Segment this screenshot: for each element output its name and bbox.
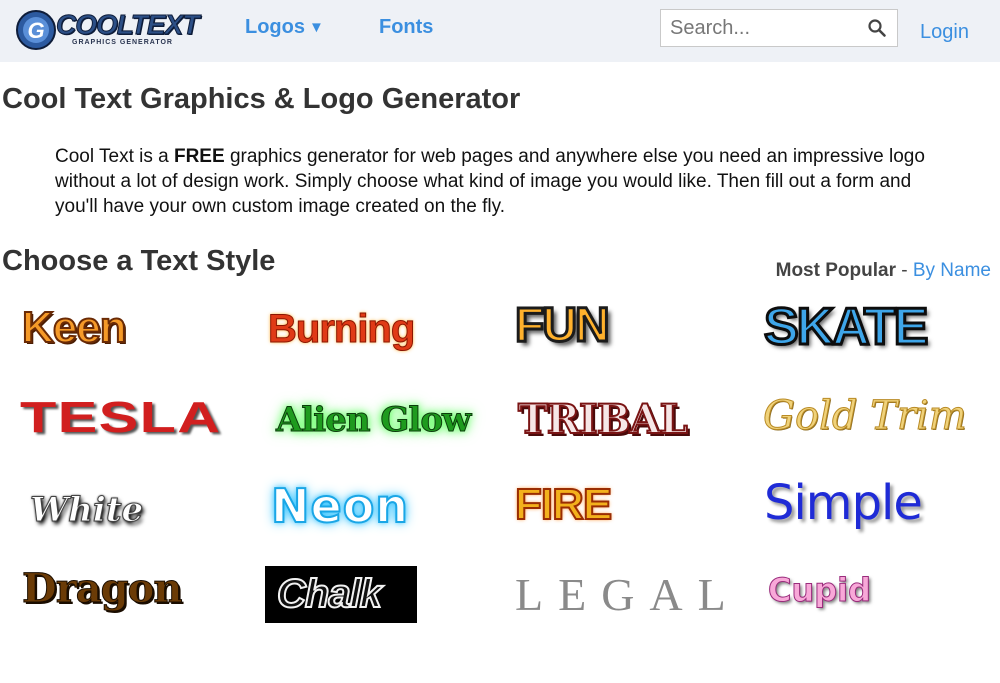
intro-text-start: Cool Text is a <box>55 146 174 167</box>
style-tile-keen[interactable]: Keen <box>21 302 128 353</box>
style-fun-label: FUN <box>514 298 612 354</box>
search-box <box>660 9 898 47</box>
style-chalk-label: Chalk <box>276 571 383 617</box>
search-icon[interactable] <box>867 18 887 43</box>
style-tile-white[interactable]: White <box>29 490 144 531</box>
section-title: Choose a Text Style <box>2 245 276 277</box>
style-gold-trim-label: Gold Trim <box>763 393 968 440</box>
style-neon-label: Neon <box>270 478 410 534</box>
page-title: Cool Text Graphics & Logo Generator <box>2 83 521 115</box>
sort-options: Most Popular - By Name <box>776 260 991 282</box>
style-tile-skate[interactable]: SKATE <box>762 297 929 358</box>
style-tile-burning[interactable]: Burning <box>267 307 415 352</box>
style-skate-label: SKATE <box>762 297 929 358</box>
style-tesla-label: TESLA <box>20 393 222 442</box>
sort-separator: - <box>895 260 913 281</box>
intro-free-emphasis: FREE <box>173 146 225 167</box>
nav-logos-dropdown[interactable]: Logos ▼ <box>245 16 324 39</box>
cooltext-logo-badge-icon: G <box>16 10 56 50</box>
style-tile-cupid[interactable]: Cupid <box>767 571 872 610</box>
style-legal-label: LEGAL <box>515 569 741 620</box>
style-white-label: White <box>29 490 144 531</box>
style-alien-glow-label: Alien Glow <box>275 400 471 441</box>
style-tile-legal[interactable]: LEGAL <box>515 568 741 621</box>
nav-logos-label: Logos <box>245 16 305 38</box>
nav-fonts-link[interactable]: Fonts <box>379 16 433 39</box>
style-tile-alien-glow[interactable]: Alien Glow <box>275 400 471 441</box>
style-dragon-label: Dragon <box>21 565 182 613</box>
style-keen-label: Keen <box>21 302 128 353</box>
login-link[interactable]: Login <box>920 21 969 44</box>
search-input[interactable] <box>661 10 860 46</box>
sort-most-popular: Most Popular <box>775 260 896 281</box>
logo-text: COOLTEXT <box>55 9 199 41</box>
style-tile-fire[interactable]: FIRE <box>514 479 613 530</box>
style-fire-label: FIRE <box>514 479 613 530</box>
top-navigation-bar: G COOLTEXT GRAPHICS GENERATOR Logos ▼ Fon… <box>0 0 1000 62</box>
style-burning-label: Burning <box>267 307 415 352</box>
style-tribal-label: TRIBAL <box>517 395 689 444</box>
style-tile-tesla[interactable]: TESLA <box>20 393 220 443</box>
style-tile-simple[interactable]: Simple <box>764 475 923 531</box>
logo-tagline: GRAPHICS GENERATOR <box>72 39 173 46</box>
style-tile-chalk[interactable]: Chalk <box>265 566 417 623</box>
cooltext-logo[interactable]: G COOLTEXT GRAPHICS GENERATOR <box>14 8 204 52</box>
style-tile-neon[interactable]: Neon <box>270 478 410 534</box>
style-tile-tribal[interactable]: TRIBAL <box>517 395 689 444</box>
style-tile-fun[interactable]: FUN <box>514 298 612 354</box>
dropdown-arrow-icon: ▼ <box>309 19 324 36</box>
sort-by-name-link[interactable]: By Name <box>913 260 991 281</box>
svg-text:G: G <box>27 18 44 43</box>
style-cupid-label: Cupid <box>767 571 872 610</box>
style-simple-label: Simple <box>764 475 923 531</box>
style-tile-gold-trim[interactable]: Gold Trim <box>763 393 968 440</box>
intro-paragraph: Cool Text is a FREE graphics generator f… <box>55 144 935 219</box>
style-tile-dragon[interactable]: Dragon <box>21 565 182 613</box>
